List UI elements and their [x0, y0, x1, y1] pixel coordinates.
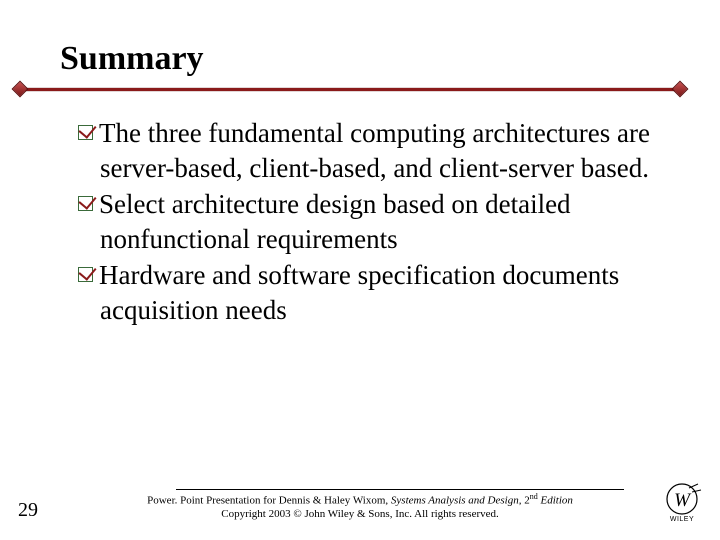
bullet-text: The three fundamental computing architec…	[99, 118, 650, 183]
bullet-item: Hardware and software specification docu…	[78, 258, 670, 327]
rule-diamond-right-icon	[672, 81, 689, 98]
credit-italic: Systems Analysis and Design,	[391, 495, 524, 507]
checkbox-icon	[78, 196, 93, 211]
credit-line-1: Power. Point Presentation for Dennis & H…	[66, 492, 654, 508]
bullet-item: Select architecture design based on deta…	[78, 187, 670, 256]
bullet-text: Hardware and software specification docu…	[99, 260, 619, 325]
bullet-item: The three fundamental computing architec…	[78, 116, 670, 185]
logo-label: WILEY	[662, 516, 702, 523]
credit-line-2: Copyright 2003 © John Wiley & Sons, Inc.…	[66, 508, 654, 522]
checkbox-icon	[78, 267, 93, 282]
rule-diamond-left-icon	[12, 81, 29, 98]
credit-sup: nd	[530, 492, 538, 501]
page-number: 29	[18, 499, 58, 522]
publisher-logo: W WILEY	[662, 482, 702, 522]
footer-separator	[176, 489, 624, 490]
checkbox-icon	[78, 125, 93, 140]
bullet-text: Select architecture design based on deta…	[99, 189, 571, 254]
slide-title: Summary	[60, 40, 670, 78]
credit-text: Power. Point Presentation for Dennis & H…	[147, 495, 391, 507]
footer: 29 Power. Point Presentation for Dennis …	[0, 482, 720, 522]
svg-text:W: W	[674, 490, 692, 511]
credit-italic: Edition	[538, 495, 573, 507]
title-rule	[60, 84, 670, 98]
rule-bar	[20, 88, 680, 91]
slide: Summary The three fundamental computing …	[0, 0, 720, 540]
credit-block: Power. Point Presentation for Dennis & H…	[58, 489, 662, 522]
bullet-list: The three fundamental computing architec…	[60, 116, 670, 327]
